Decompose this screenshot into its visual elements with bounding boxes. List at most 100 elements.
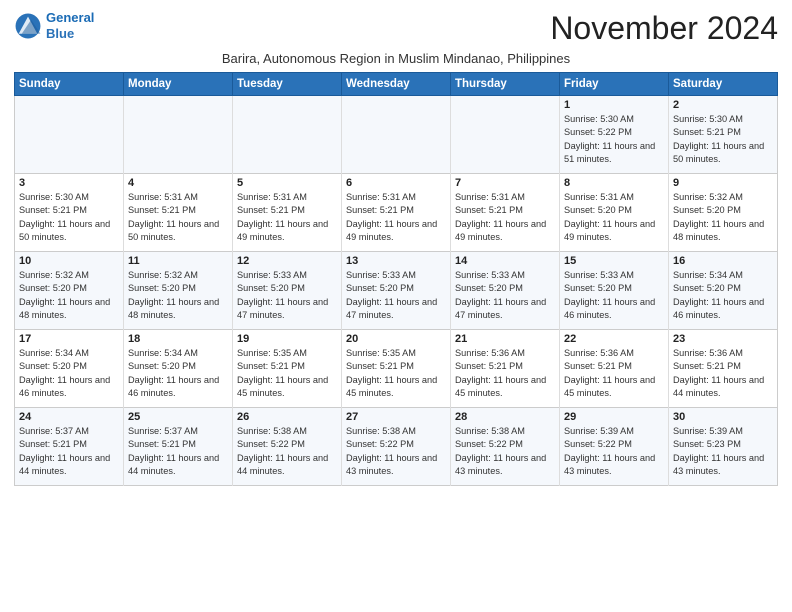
calendar-cell: 12Sunrise: 5:33 AMSunset: 5:20 PMDayligh…: [233, 252, 342, 330]
calendar-cell: 6Sunrise: 5:31 AMSunset: 5:21 PMDaylight…: [342, 174, 451, 252]
day-info: Sunrise: 5:33 AMSunset: 5:20 PMDaylight:…: [564, 269, 664, 322]
day-info-line: Sunset: 5:22 PM: [564, 126, 664, 139]
day-info: Sunrise: 5:35 AMSunset: 5:21 PMDaylight:…: [237, 347, 337, 400]
day-info-line: Daylight: 11 hours and 46 minutes.: [19, 374, 119, 401]
calendar-cell: [451, 96, 560, 174]
calendar-cell: [124, 96, 233, 174]
day-info: Sunrise: 5:34 AMSunset: 5:20 PMDaylight:…: [19, 347, 119, 400]
day-number: 18: [128, 333, 228, 345]
day-info-line: Sunrise: 5:32 AM: [19, 269, 119, 282]
day-info-line: Sunset: 5:20 PM: [673, 282, 773, 295]
day-info-line: Sunset: 5:23 PM: [673, 438, 773, 451]
calendar-cell: [15, 96, 124, 174]
day-info-line: Daylight: 11 hours and 44 minutes.: [128, 452, 228, 479]
day-number: 30: [673, 411, 773, 423]
calendar-cell: 18Sunrise: 5:34 AMSunset: 5:20 PMDayligh…: [124, 330, 233, 408]
day-info-line: Sunset: 5:21 PM: [673, 126, 773, 139]
page: General Blue November 2024 Barira, Auton…: [0, 0, 792, 612]
day-info-line: Sunrise: 5:32 AM: [128, 269, 228, 282]
day-info: Sunrise: 5:37 AMSunset: 5:21 PMDaylight:…: [128, 425, 228, 478]
day-info-line: Sunset: 5:20 PM: [19, 282, 119, 295]
calendar-cell: 4Sunrise: 5:31 AMSunset: 5:21 PMDaylight…: [124, 174, 233, 252]
calendar-week-2: 3Sunrise: 5:30 AMSunset: 5:21 PMDaylight…: [15, 174, 778, 252]
day-info: Sunrise: 5:36 AMSunset: 5:21 PMDaylight:…: [673, 347, 773, 400]
weekday-header-sunday: Sunday: [15, 73, 124, 96]
calendar-cell: 20Sunrise: 5:35 AMSunset: 5:21 PMDayligh…: [342, 330, 451, 408]
day-number: 8: [564, 177, 664, 189]
calendar-cell: 22 Sunrise: 5:36 AMSunset: 5:21 PMDayligh…: [560, 330, 669, 408]
day-info-line: Sunset: 5:21 PM: [128, 204, 228, 217]
calendar-cell: 8 Sunrise: 5:31 AMSunset: 5:20 PMDaylight…: [560, 174, 669, 252]
weekday-header-friday: Friday: [560, 73, 669, 96]
logo-icon: [14, 12, 42, 40]
day-info-line: Sunrise: 5:38 AM: [346, 425, 446, 438]
logo-line1: General: [46, 10, 94, 25]
day-info-line: Sunrise: 5:39 AM: [673, 425, 773, 438]
day-number: 11: [128, 255, 228, 267]
calendar-cell: 28Sunrise: 5:38 AMSunset: 5:22 PMDayligh…: [451, 408, 560, 486]
day-number: 9: [673, 177, 773, 189]
logo-line2: Blue: [46, 26, 74, 41]
day-info-line: Sunrise: 5:39 AM: [564, 425, 664, 438]
day-number: 16: [673, 255, 773, 267]
calendar-cell: 29Sunrise: 5:39 AMSunset: 5:22 PMDayligh…: [560, 408, 669, 486]
day-info-line: Daylight: 11 hours and 51 minutes.: [564, 140, 664, 167]
day-number: 3: [19, 177, 119, 189]
calendar-week-1: 1Sunrise: 5:30 AMSunset: 5:22 PMDaylight…: [15, 96, 778, 174]
day-info-line: Sunrise: 5:37 AM: [128, 425, 228, 438]
day-number: 28: [455, 411, 555, 423]
day-info-line: Sunrise: 5:37 AM: [19, 425, 119, 438]
day-number: 22: [564, 333, 664, 345]
calendar-cell: 23Sunrise: 5:36 AMSunset: 5:21 PMDayligh…: [669, 330, 778, 408]
day-info-line: Daylight: 11 hours and 43 minutes.: [346, 452, 446, 479]
day-info-line: Sunrise: 5:36 AM: [455, 347, 555, 360]
day-info-line: Sunrise: 5:33 AM: [564, 269, 664, 282]
day-info-line: Daylight: 11 hours and 47 minutes.: [237, 296, 337, 323]
day-info-line: Sunrise: 5:31 AM: [237, 191, 337, 204]
day-info: Sunrise: 5:32 AMSunset: 5:20 PMDaylight:…: [128, 269, 228, 322]
calendar-cell: 7Sunrise: 5:31 AMSunset: 5:21 PMDaylight…: [451, 174, 560, 252]
day-info: Sunrise: 5:37 AMSunset: 5:21 PMDaylight:…: [19, 425, 119, 478]
day-info-line: Sunset: 5:21 PM: [673, 360, 773, 373]
day-number: 29: [564, 411, 664, 423]
day-number: 15: [564, 255, 664, 267]
day-info-line: Sunset: 5:21 PM: [455, 360, 555, 373]
day-info-line: Sunset: 5:20 PM: [564, 282, 664, 295]
day-info-line: Sunset: 5:20 PM: [346, 282, 446, 295]
day-info-line: Daylight: 11 hours and 44 minutes.: [19, 452, 119, 479]
day-info-line: Sunset: 5:21 PM: [237, 360, 337, 373]
day-info-line: Daylight: 11 hours and 47 minutes.: [346, 296, 446, 323]
day-info: Sunrise: 5:36 AMSunset: 5:21 PMDaylight:…: [564, 347, 664, 400]
day-info-line: Sunrise: 5:38 AM: [455, 425, 555, 438]
day-info-line: Daylight: 11 hours and 48 minutes.: [673, 218, 773, 245]
day-info-line: Daylight: 11 hours and 44 minutes.: [237, 452, 337, 479]
day-info-line: Daylight: 11 hours and 43 minutes.: [673, 452, 773, 479]
logo-text: General Blue: [46, 10, 94, 41]
day-info: Sunrise: 5:30 AMSunset: 5:21 PMDaylight:…: [673, 113, 773, 166]
day-number: 19: [237, 333, 337, 345]
day-number: 17: [19, 333, 119, 345]
calendar-cell: 27Sunrise: 5:38 AMSunset: 5:22 PMDayligh…: [342, 408, 451, 486]
day-info-line: Sunset: 5:22 PM: [564, 438, 664, 451]
day-info-line: Daylight: 11 hours and 45 minutes.: [564, 374, 664, 401]
calendar-cell: 9Sunrise: 5:32 AMSunset: 5:20 PMDaylight…: [669, 174, 778, 252]
day-info-line: Daylight: 11 hours and 45 minutes.: [237, 374, 337, 401]
day-info-line: Sunrise: 5:34 AM: [19, 347, 119, 360]
day-number: 27: [346, 411, 446, 423]
day-info-line: Daylight: 11 hours and 50 minutes.: [673, 140, 773, 167]
weekday-header-monday: Monday: [124, 73, 233, 96]
day-info: Sunrise: 5:32 AMSunset: 5:20 PMDaylight:…: [19, 269, 119, 322]
day-info-line: Sunset: 5:21 PM: [564, 360, 664, 373]
day-info-line: Daylight: 11 hours and 44 minutes.: [673, 374, 773, 401]
day-info: Sunrise: 5:31 AMSunset: 5:20 PMDaylight:…: [564, 191, 664, 244]
calendar-week-5: 24Sunrise: 5:37 AMSunset: 5:21 PMDayligh…: [15, 408, 778, 486]
day-info-line: Daylight: 11 hours and 47 minutes.: [455, 296, 555, 323]
day-number: 21: [455, 333, 555, 345]
day-info-line: Sunset: 5:22 PM: [237, 438, 337, 451]
day-info: Sunrise: 5:33 AMSunset: 5:20 PMDaylight:…: [237, 269, 337, 322]
calendar-cell: 5Sunrise: 5:31 AMSunset: 5:21 PMDaylight…: [233, 174, 342, 252]
day-number: 25: [128, 411, 228, 423]
day-info-line: Sunrise: 5:31 AM: [564, 191, 664, 204]
day-info-line: Sunrise: 5:31 AM: [455, 191, 555, 204]
day-number: 20: [346, 333, 446, 345]
